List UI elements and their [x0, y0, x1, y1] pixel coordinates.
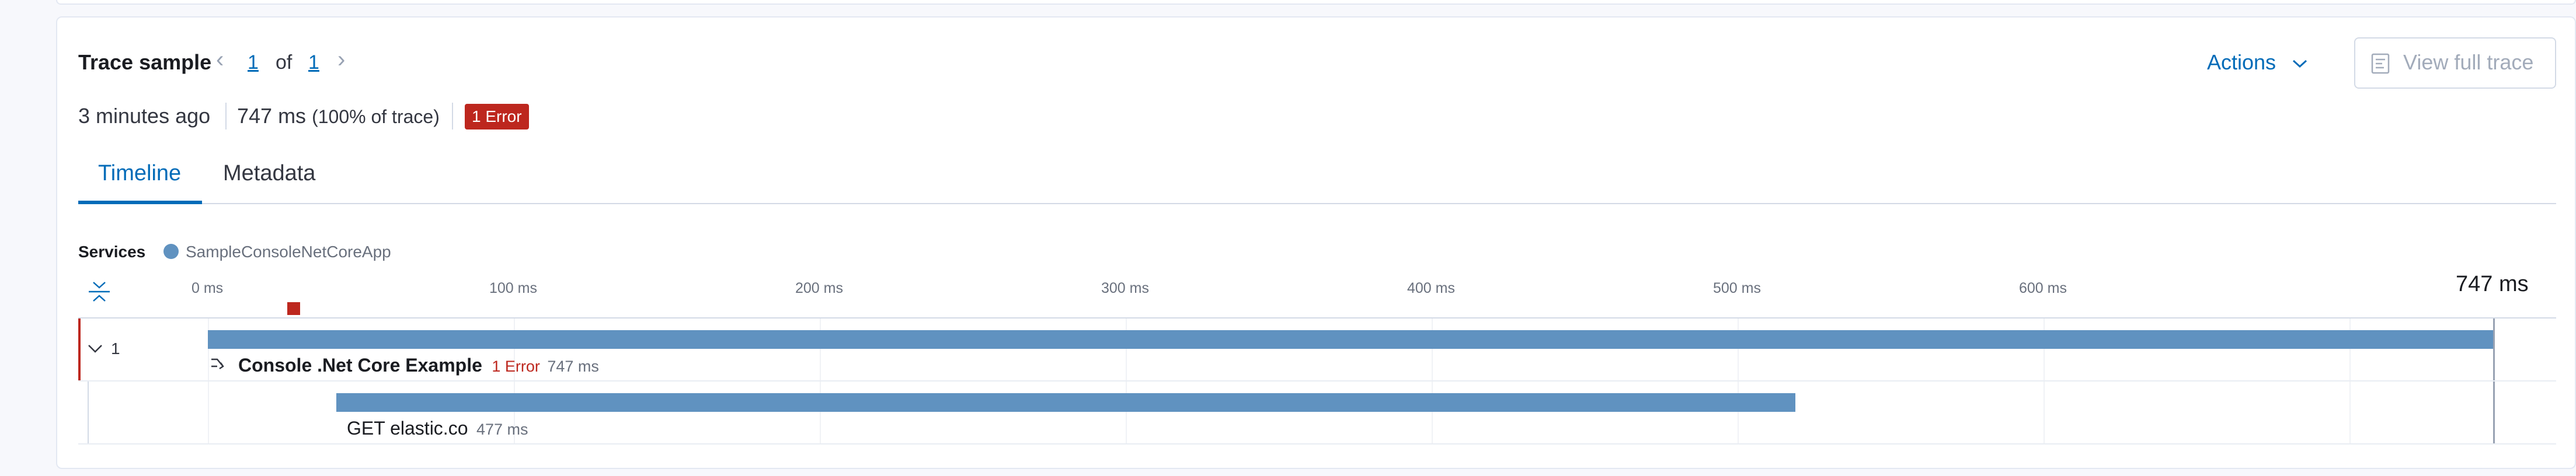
transaction-name: Console .Net Core Example	[238, 355, 482, 376]
error-row-indicator	[78, 318, 81, 380]
collapse-all-icon[interactable]	[86, 279, 112, 304]
span-name: GET elastic.co	[347, 418, 468, 439]
span-duration: 477 ms	[476, 421, 528, 438]
next-sample-icon[interactable]: ›	[337, 47, 345, 73]
timeline-tick: 200 ms	[795, 280, 843, 296]
total-samples-link[interactable]: 1	[308, 51, 319, 74]
timeline-tick: 0 ms	[192, 280, 224, 296]
timeline-tick: 500 ms	[1713, 280, 1761, 296]
view-full-trace-button[interactable]: View full trace	[2354, 37, 2556, 89]
transaction-label[interactable]: Console .Net Core Example 1 Error 747 ms	[238, 355, 599, 376]
previous-panel-edge	[56, 0, 2576, 5]
tab-metadata[interactable]: Metadata	[223, 161, 315, 186]
service-name: SampleConsoleNetCoreApp	[186, 243, 391, 261]
trace-time-ago: 3 minutes ago	[78, 104, 211, 128]
trace-duration-value: 747 ms	[237, 104, 307, 128]
chevron-down-icon[interactable]	[86, 343, 104, 355]
tab-timeline[interactable]: Timeline	[98, 161, 181, 186]
view-full-trace-label: View full trace	[2403, 50, 2534, 74]
trace-duration: 747 ms (100% of trace)	[237, 104, 440, 128]
transaction-duration: 747 ms	[547, 358, 599, 375]
active-tab-indicator	[78, 201, 202, 204]
trace-duration-percent: (100% of trace)	[312, 106, 440, 127]
span-bar[interactable]	[336, 393, 1796, 412]
current-sample-link[interactable]: 1	[248, 51, 259, 74]
timeline-end-label: 747 ms	[2456, 272, 2529, 296]
meta-divider	[225, 103, 227, 130]
pagination-of-label: of	[276, 51, 293, 74]
timeline-tick: 100 ms	[489, 280, 537, 296]
apm-trace-icon	[2371, 53, 2390, 74]
chevron-down-icon	[2293, 60, 2307, 68]
services-legend-label: Services	[78, 243, 146, 261]
error-marker[interactable]	[287, 302, 300, 315]
service-color-dot	[163, 244, 179, 259]
timeline-tick: 300 ms	[1101, 280, 1149, 296]
transaction-error-count[interactable]: 1 Error	[492, 358, 540, 375]
meta-divider	[452, 103, 453, 130]
trace-sample-title: Trace sample	[78, 50, 212, 74]
child-count: 1	[111, 340, 120, 358]
tabs-divider	[78, 203, 2556, 204]
timeline-axis-line	[78, 317, 2556, 318]
actions-menu-button[interactable]: Actions	[2207, 50, 2310, 75]
span-label[interactable]: GET elastic.co 477 ms	[347, 418, 528, 439]
error-count-badge[interactable]: 1 Error	[465, 104, 529, 130]
merge-icon	[211, 358, 224, 370]
row-divider	[78, 380, 2556, 382]
row-divider	[78, 443, 2556, 444]
previous-sample-icon[interactable]: ‹	[216, 47, 224, 73]
timeline-tick: 400 ms	[1407, 280, 1455, 296]
transaction-bar[interactable]	[208, 330, 2493, 349]
tree-connector-line	[88, 382, 89, 443]
timeline-tick: 600 ms	[2019, 280, 2067, 296]
actions-label: Actions	[2207, 50, 2276, 74]
